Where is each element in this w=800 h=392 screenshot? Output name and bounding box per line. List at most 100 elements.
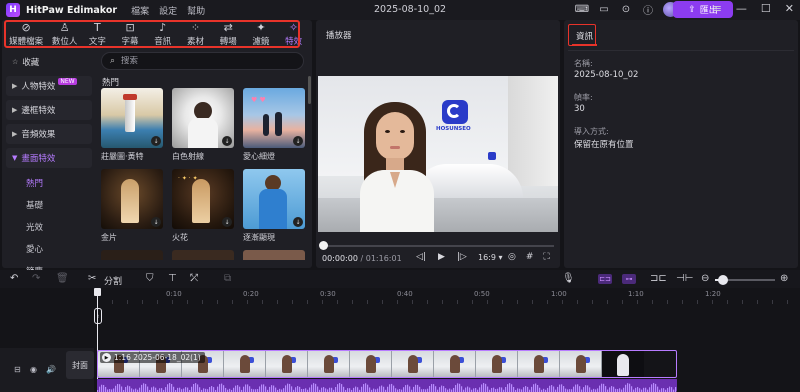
subcategory-heart[interactable]: 愛心 xyxy=(6,238,92,260)
minimize-icon[interactable]: — xyxy=(736,2,747,15)
keyboard-icon[interactable]: ⌨ xyxy=(575,3,589,17)
effect-card[interactable]: ↓ 逐漸顯現 xyxy=(243,169,305,243)
aspect-ratio-select[interactable]: 16:9 ▾ xyxy=(478,253,503,262)
grid-icon[interactable]: # xyxy=(526,252,534,262)
previous-frame-icon[interactable]: ◁| xyxy=(416,252,426,262)
clip-frame-thumbnail xyxy=(560,351,602,377)
effect-thumbnail: ↓ xyxy=(172,88,234,148)
volume-icon[interactable]: 🔊 xyxy=(46,365,56,374)
menu-settings[interactable]: 設定 xyxy=(159,4,177,17)
tool-sticker[interactable]: ⁘ 素材 xyxy=(179,21,212,47)
crop-icon[interactable]: ⤱ xyxy=(190,273,198,284)
freeze-frame-icon[interactable]: ⧉ xyxy=(224,273,231,284)
maximize-icon[interactable]: ☐ xyxy=(761,2,771,15)
effect-card[interactable]: · ✦ · ✦ ↓ 火花 xyxy=(172,169,234,243)
audio-waveform[interactable] xyxy=(97,379,677,392)
ruler-tick xyxy=(157,300,158,304)
category-audio-effects[interactable]: ▶ 音頻效果 xyxy=(6,124,92,144)
tool-avatar-person[interactable]: ♙ 數位人 xyxy=(48,21,81,47)
snapshot-icon[interactable]: ◎ xyxy=(508,252,516,262)
scissors-icon[interactable]: ✂ xyxy=(88,273,96,284)
subcategory-hot[interactable]: 熱門 xyxy=(6,172,92,194)
ruler-tick xyxy=(172,300,173,304)
media-icon: ⊘ xyxy=(21,20,31,34)
download-icon[interactable]: ⊙ xyxy=(619,3,633,17)
category-screen-effects[interactable]: ▼ 畫面特效 xyxy=(6,148,92,168)
effect-card[interactable]: ↓ 金片 xyxy=(101,169,163,243)
cover-button[interactable]: 封面 xyxy=(66,351,94,379)
ruler-tick xyxy=(352,300,353,304)
info-icon[interactable]: ⓘ xyxy=(641,3,655,17)
link-icon[interactable]: ⊶ xyxy=(622,274,636,284)
ruler-tick xyxy=(667,300,668,304)
menu-help[interactable]: 幫助 xyxy=(187,4,205,17)
shield-icon[interactable]: ⛉ xyxy=(146,273,154,284)
tab-info[interactable]: 資訊 xyxy=(572,28,598,46)
clip-label: ▶ 1:16 2025-06-18_02(1) xyxy=(100,352,205,363)
search-box[interactable]: ⌕ xyxy=(101,52,304,70)
download-icon[interactable]: ↓ xyxy=(293,217,303,227)
download-icon[interactable]: ↓ xyxy=(293,136,303,146)
category-list: ☆ 收藏 ▶ 人物特效 NEW ▶ 邊框特效 ▶ 音頻效果 ▼ 畫面特效 熱門 … xyxy=(6,52,92,282)
play-icon[interactable]: ▶ xyxy=(438,252,445,262)
tool-subtitle[interactable]: ⊡ 字幕 xyxy=(114,21,147,47)
subcategory-basic[interactable]: 基礎 xyxy=(6,194,92,216)
tool-text[interactable]: T 文字 xyxy=(81,21,114,47)
timeline[interactable]: 0:10 0:20 0:30 0:40 0:50 1:00 1:10 1:20 ‹ ⊟ ◉ 🔊… xyxy=(0,288,800,392)
category-border-effects[interactable]: ▶ 邊框特效 xyxy=(6,100,92,120)
menu-bar: 檔案 設定 幫助 xyxy=(131,4,205,17)
tool-label: 音訊 xyxy=(154,36,172,47)
visibility-icon[interactable]: ◉ xyxy=(30,365,37,374)
fit-icon[interactable]: ⊐⊏ xyxy=(650,273,667,284)
ruler-tick xyxy=(412,300,413,304)
subcategory-light[interactable]: 光效 xyxy=(6,216,92,238)
ruler-tick xyxy=(382,300,383,304)
microphone-icon[interactable]: 🎙 xyxy=(562,273,575,284)
split-button[interactable]: 分割 xyxy=(104,274,122,287)
close-icon[interactable]: ✕ xyxy=(785,2,794,15)
snap-icon[interactable]: ⊏⊐ xyxy=(598,274,612,284)
marker-icon[interactable]: ‹ xyxy=(94,308,102,324)
zoom-out-icon[interactable]: ⊖ xyxy=(701,273,709,284)
zoom-slider-knob[interactable] xyxy=(718,275,728,285)
next-frame-icon[interactable]: |▷ xyxy=(457,252,467,262)
text-box-icon[interactable]: ⊤ xyxy=(168,273,177,284)
playback-progress-track[interactable] xyxy=(322,245,554,247)
download-icon[interactable]: ↓ xyxy=(151,217,161,227)
message-icon[interactable]: ▭ xyxy=(597,3,611,17)
hamburger-menu-icon[interactable]: ≡ xyxy=(713,2,722,15)
ruler-label: 1:20 xyxy=(705,290,721,298)
lock-icon[interactable]: ⊟ xyxy=(14,365,21,374)
tool-effects[interactable]: ✧ 特效 xyxy=(277,21,310,47)
effect-thumbnail-partial xyxy=(243,250,305,260)
section-title: 熱門 xyxy=(102,78,120,88)
tool-transition[interactable]: ⇄ 轉場 xyxy=(212,21,245,47)
library-scrollbar[interactable] xyxy=(308,76,311,104)
category-character-effects[interactable]: ▶ 人物特效 NEW xyxy=(6,76,92,96)
project-name: 2025-08-10_02 xyxy=(374,4,447,15)
tool-media[interactable]: ⊘ 媒體檔案 xyxy=(4,20,48,47)
video-preview[interactable]: HOSUNSEO xyxy=(318,76,558,232)
menu-file[interactable]: 檔案 xyxy=(131,4,149,17)
download-icon[interactable]: ↓ xyxy=(222,217,232,227)
playback-progress-knob[interactable] xyxy=(319,241,328,250)
zoom-in-icon[interactable]: ⊕ xyxy=(780,273,788,284)
track-icon[interactable]: ⊣⊢ xyxy=(676,273,693,284)
ruler-label: 1:00 xyxy=(551,290,567,298)
redo-icon[interactable]: ↷ xyxy=(32,273,40,284)
effect-card[interactable]: ↓ 白色射線 xyxy=(172,88,234,162)
delete-icon[interactable]: 🗑 xyxy=(56,273,69,284)
download-icon[interactable]: ↓ xyxy=(222,136,232,146)
download-icon[interactable]: ↓ xyxy=(151,136,161,146)
effect-card[interactable]: ↓ 莊嚴圖·黃特 xyxy=(101,88,163,162)
fullscreen-icon[interactable]: ⛶ xyxy=(543,252,549,262)
undo-icon[interactable]: ↶ xyxy=(10,273,18,284)
effect-card[interactable]: ♥ ♥ ↓ 愛心細燈 xyxy=(243,88,305,162)
tool-music[interactable]: ♪ 音訊 xyxy=(146,21,179,47)
tool-label: 濾鏡 xyxy=(252,36,270,47)
name-label: 名稱: xyxy=(574,59,593,68)
tool-filter[interactable]: ✦ 濾鏡 xyxy=(245,21,278,47)
search-input[interactable] xyxy=(121,56,282,66)
clip-frame-thumbnail xyxy=(434,351,476,377)
category-favorites[interactable]: ☆ 收藏 xyxy=(6,52,92,72)
